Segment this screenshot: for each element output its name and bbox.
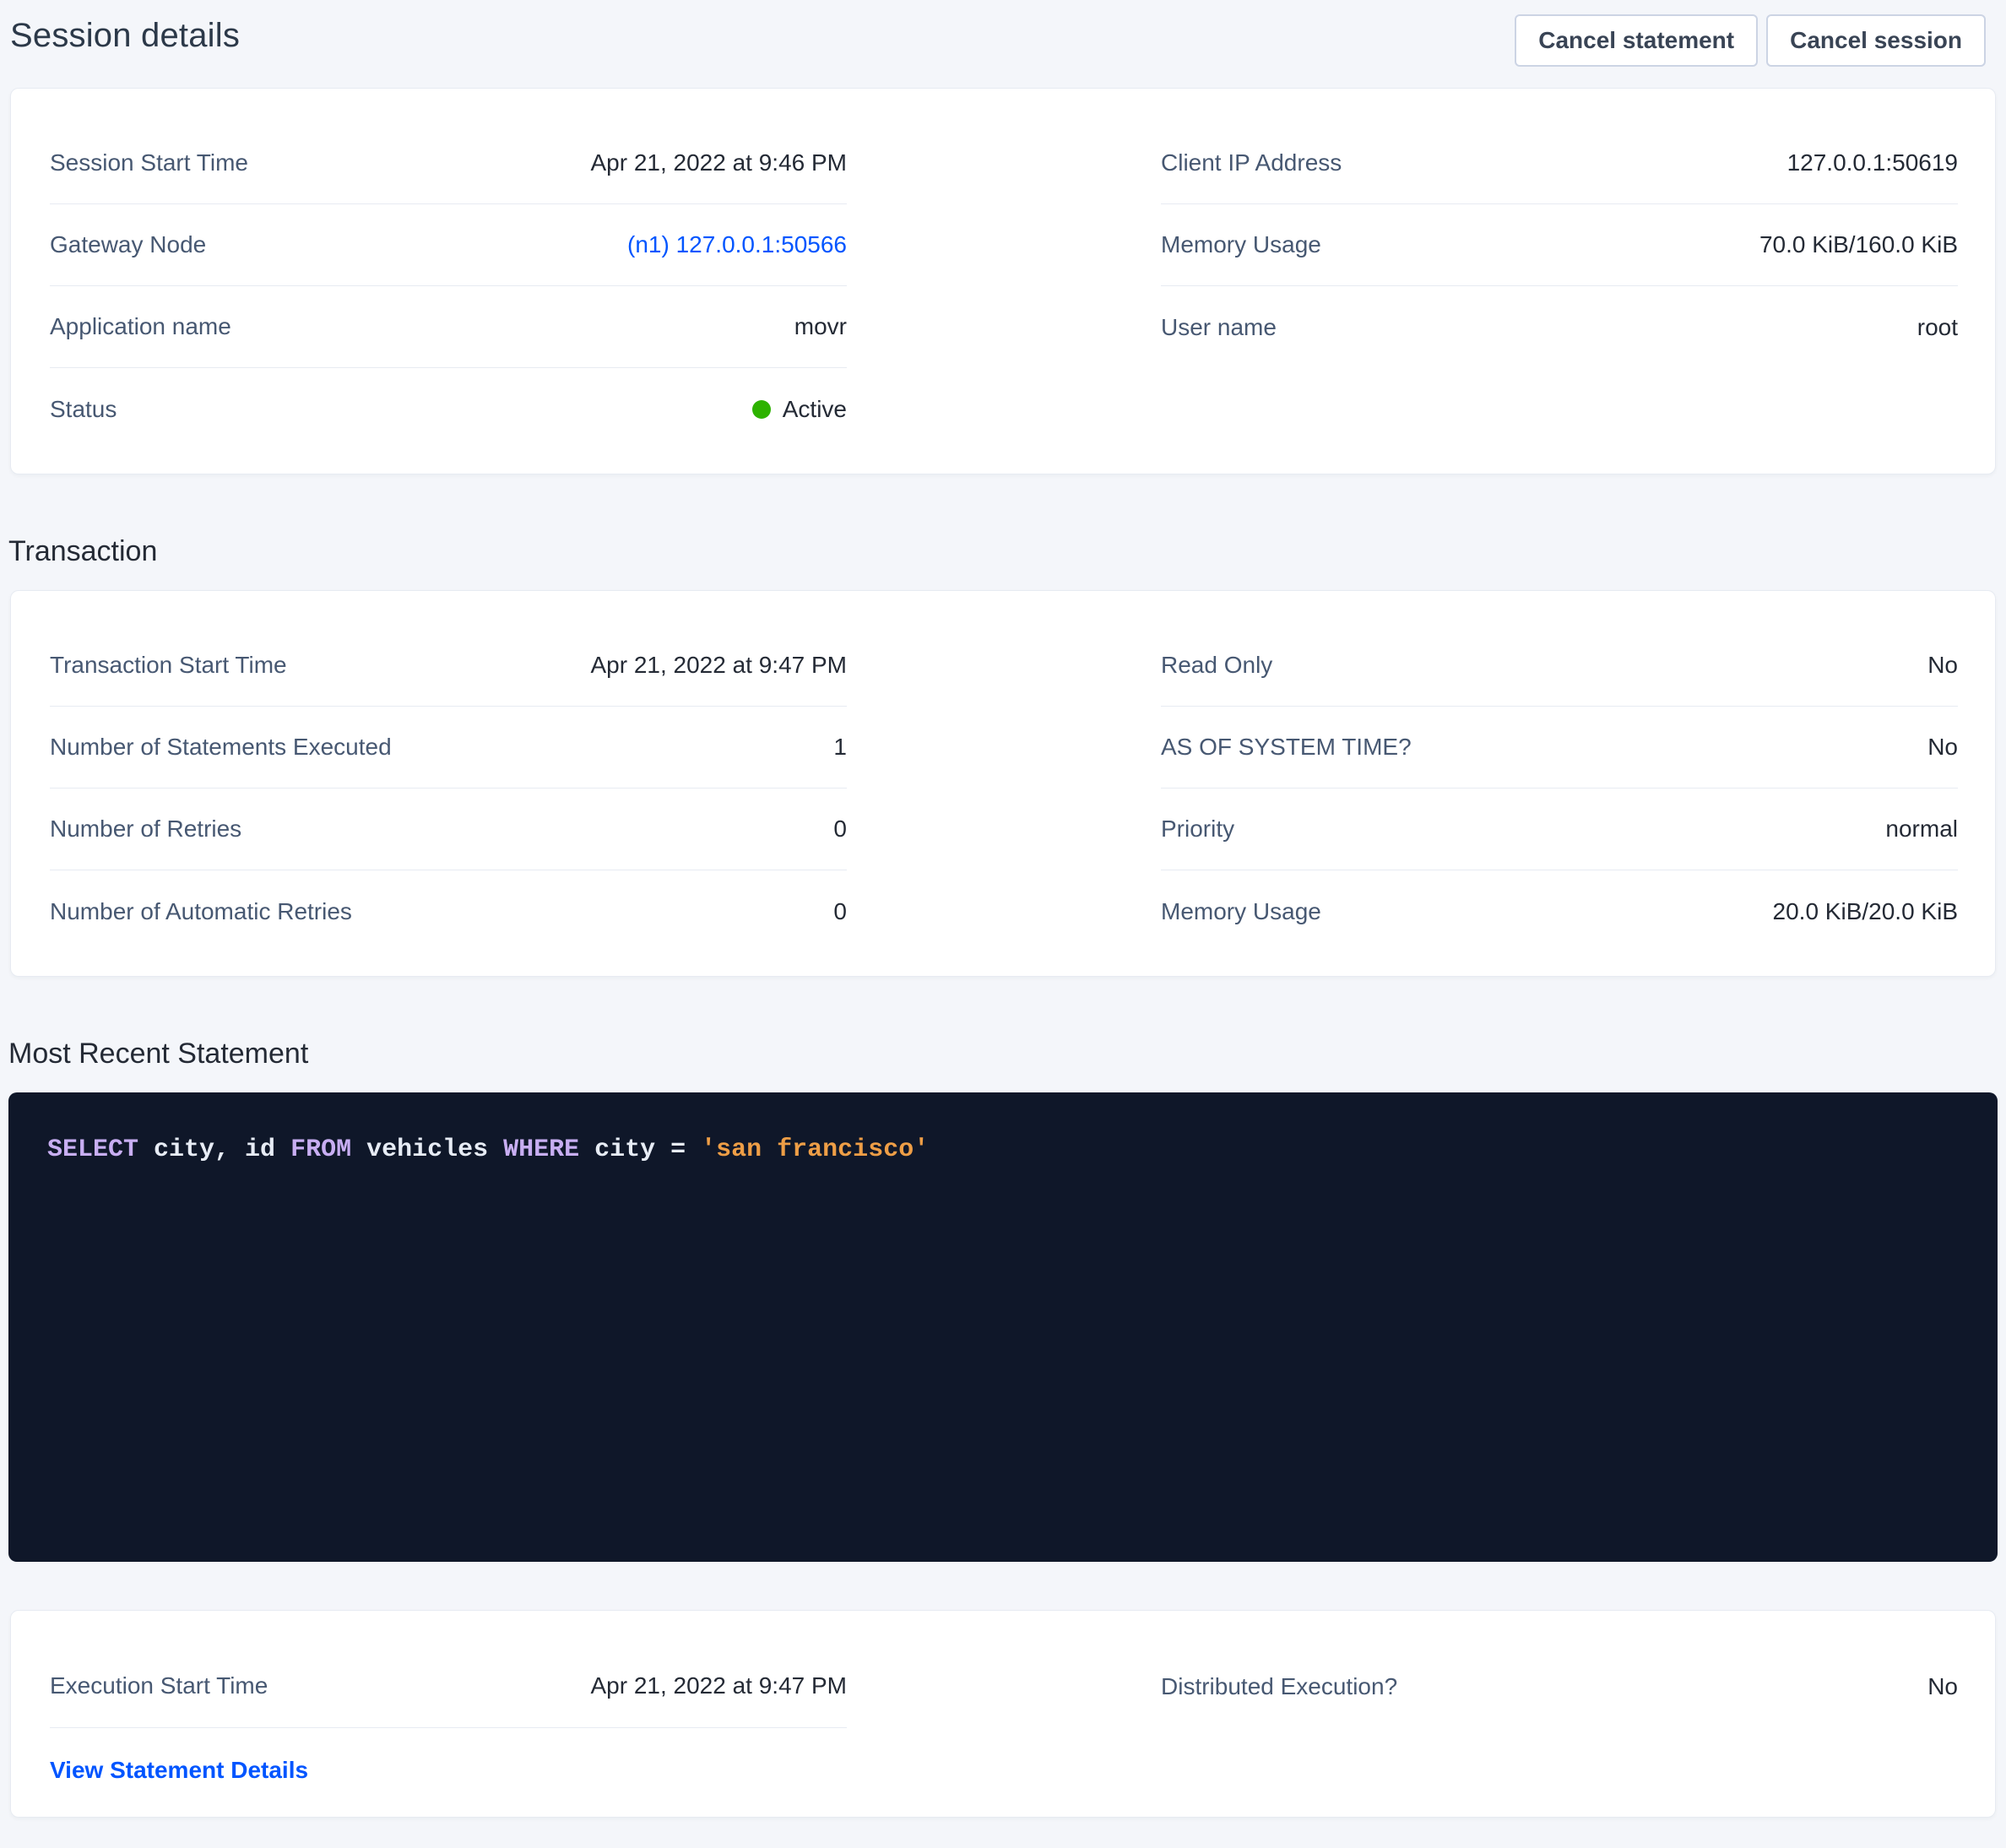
session-status-badge: Active bbox=[752, 396, 847, 423]
automatic-retries-row: Number of Automatic Retries 0 bbox=[50, 870, 847, 952]
session-summary-card: Session Start Time Apr 21, 2022 at 9:46 P… bbox=[10, 88, 1996, 474]
row-value: 0 bbox=[833, 816, 847, 843]
priority-row: Priority normal bbox=[1161, 789, 1958, 870]
execution-left-column: Execution Start Time Apr 21, 2022 at 9:47… bbox=[50, 1645, 847, 1812]
transaction-heading: Transaction bbox=[8, 535, 2006, 568]
execution-card: Execution Start Time Apr 21, 2022 at 9:47… bbox=[10, 1610, 1996, 1818]
transaction-memory-usage-row: Memory Usage 20.0 KiB/20.0 KiB bbox=[1161, 870, 1958, 952]
row-label: Application name bbox=[50, 313, 231, 340]
transaction-card: Transaction Start Time Apr 21, 2022 at 9:… bbox=[10, 590, 1996, 977]
row-value: Apr 21, 2022 at 9:47 PM bbox=[590, 1672, 847, 1699]
user-name-row: User name root bbox=[1161, 286, 1958, 368]
client-ip-row: Client IP Address 127.0.0.1:50619 bbox=[1161, 122, 1958, 204]
sql-statement-box: SELECT city, id FROM vehicles WHERE city… bbox=[8, 1092, 1998, 1562]
page-title: Session details bbox=[10, 17, 240, 55]
execution-start-time-row: Execution Start Time Apr 21, 2022 at 9:47… bbox=[50, 1645, 847, 1728]
read-only-row: Read Only No bbox=[1161, 625, 1958, 707]
cancel-session-button[interactable]: Cancel session bbox=[1766, 14, 1986, 67]
transaction-left-column: Transaction Start Time Apr 21, 2022 at 9:… bbox=[50, 625, 847, 952]
row-label: Memory Usage bbox=[1161, 231, 1321, 258]
as-of-system-time-row: AS OF SYSTEM TIME? No bbox=[1161, 707, 1958, 789]
row-value: 20.0 KiB/20.0 KiB bbox=[1773, 898, 1958, 925]
statements-executed-row: Number of Statements Executed 1 bbox=[50, 707, 847, 789]
row-value: No bbox=[1927, 1673, 1958, 1700]
sql-token-keyword: WHERE bbox=[503, 1135, 579, 1164]
row-label: Read Only bbox=[1161, 652, 1272, 679]
session-start-time-row: Session Start Time Apr 21, 2022 at 9:46 P… bbox=[50, 122, 847, 204]
most-recent-statement-heading: Most Recent Statement bbox=[8, 1038, 2006, 1070]
row-label: User name bbox=[1161, 314, 1277, 341]
row-value: 127.0.0.1:50619 bbox=[1787, 149, 1958, 176]
row-label: Execution Start Time bbox=[50, 1672, 268, 1699]
view-statement-details-link[interactable]: View Statement Details bbox=[50, 1757, 308, 1784]
sql-token-string: 'san francisco' bbox=[701, 1135, 929, 1164]
sql-token-plain: city, id bbox=[138, 1135, 290, 1164]
session-summary-left-column: Session Start Time Apr 21, 2022 at 9:46 P… bbox=[50, 122, 847, 450]
session-memory-usage-row: Memory Usage 70.0 KiB/160.0 KiB bbox=[1161, 204, 1958, 286]
row-label: Session Start Time bbox=[50, 149, 248, 176]
row-value: No bbox=[1927, 734, 1958, 761]
row-value: root bbox=[1917, 314, 1958, 341]
sql-token-plain: vehicles bbox=[351, 1135, 503, 1164]
row-value: Apr 21, 2022 at 9:46 PM bbox=[590, 149, 847, 176]
view-statement-details-link: View Statement Details bbox=[50, 1728, 847, 1812]
row-label: AS OF SYSTEM TIME? bbox=[1161, 734, 1412, 761]
application-name-row: Application name movr bbox=[50, 286, 847, 368]
row-value: movr bbox=[794, 313, 847, 340]
execution-right-column: Distributed Execution? No bbox=[1161, 1645, 1958, 1812]
row-label: Number of Statements Executed bbox=[50, 734, 392, 761]
gateway-node-row: Gateway Node (n1) 127.0.0.1:50566 bbox=[50, 204, 847, 286]
row-label: Transaction Start Time bbox=[50, 652, 287, 679]
sql-token-keyword: SELECT bbox=[47, 1135, 138, 1164]
row-value: 1 bbox=[833, 734, 847, 761]
row-value: 70.0 KiB/160.0 KiB bbox=[1759, 231, 1958, 258]
sql-token-plain: city = bbox=[579, 1135, 701, 1164]
row-value: normal bbox=[1885, 816, 1958, 843]
row-label: Client IP Address bbox=[1161, 149, 1342, 176]
sql-token-keyword: FROM bbox=[290, 1135, 351, 1164]
row-label: Number of Automatic Retries bbox=[50, 898, 352, 925]
header-actions: Cancel statement Cancel session bbox=[1515, 14, 1986, 67]
row-label: Memory Usage bbox=[1161, 898, 1321, 925]
transaction-right-column: Read Only No AS OF SYSTEM TIME? No Priority n… bbox=[1161, 625, 1958, 952]
cancel-statement-button[interactable]: Cancel statement bbox=[1515, 14, 1758, 67]
row-value: No bbox=[1927, 652, 1958, 679]
status-text: Active bbox=[783, 396, 847, 423]
row-label: Distributed Execution? bbox=[1161, 1673, 1397, 1700]
row-label: Priority bbox=[1161, 816, 1234, 843]
session-summary-right-column: Client IP Address 127.0.0.1:50619 Memory U… bbox=[1161, 122, 1958, 450]
sql-statement: SELECT city, id FROM vehicles WHERE city… bbox=[47, 1131, 1964, 1167]
status-row: Status Active bbox=[50, 368, 847, 450]
row-value: Apr 21, 2022 at 9:47 PM bbox=[590, 652, 847, 679]
session-details-page: Session details Cancel statement Cancel … bbox=[0, 0, 2006, 1848]
row-label: Status bbox=[50, 396, 117, 423]
distributed-execution-row: Distributed Execution? No bbox=[1161, 1645, 1958, 1728]
retries-row: Number of Retries 0 bbox=[50, 789, 847, 870]
row-label: Gateway Node bbox=[50, 231, 206, 258]
gateway-node-link[interactable]: (n1) 127.0.0.1:50566 bbox=[627, 231, 847, 258]
page-header: Session details Cancel statement Cancel … bbox=[0, 0, 2006, 88]
row-label: Number of Retries bbox=[50, 816, 241, 843]
transaction-start-time-row: Transaction Start Time Apr 21, 2022 at 9:… bbox=[50, 625, 847, 707]
row-value: 0 bbox=[833, 898, 847, 925]
status-active-dot-icon bbox=[752, 400, 771, 419]
